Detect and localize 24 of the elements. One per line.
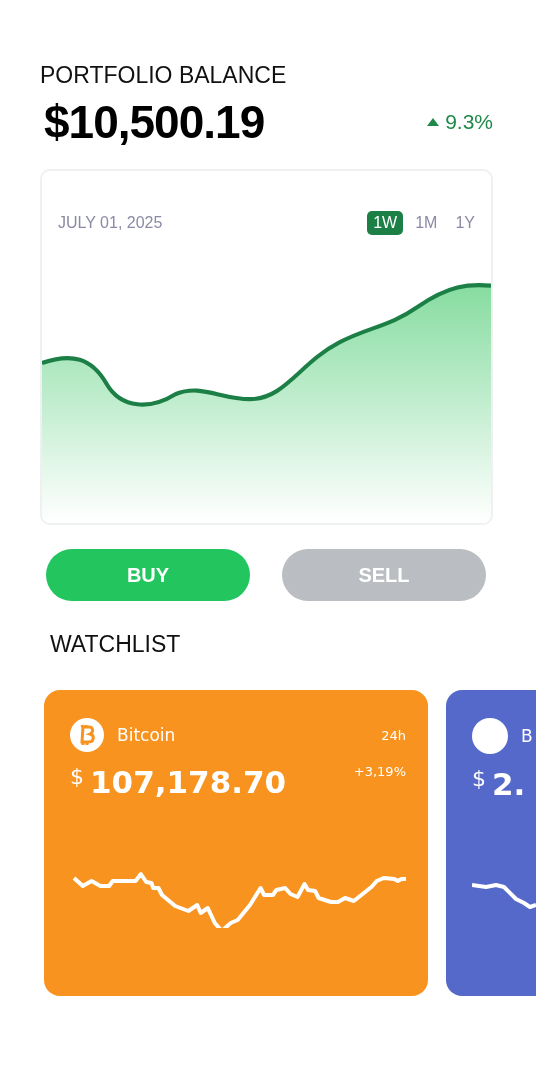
currency-sign: $ [70, 764, 84, 789]
balance-amount: $10,500.19 [44, 95, 265, 149]
price-sparkline [472, 882, 536, 910]
range-tab[interactable]: 1W [367, 211, 404, 235]
page-title: PORTFOLIO BALANCE [40, 62, 288, 89]
bitcoin-icon [70, 718, 104, 752]
range-tab[interactable]: 1M [409, 211, 444, 235]
chart-date: JULY 01, 2025 [58, 214, 163, 232]
watchlist-title: WATCHLIST [50, 631, 182, 658]
up-triangle-icon [427, 118, 440, 126]
coin-card[interactable]: Bitcoin 24h $ 107,178.70 +3,19% [44, 690, 428, 996]
coin-change: +3,19% [353, 764, 406, 779]
coin-name: Bitcoin [117, 725, 177, 745]
coin-card[interactable]: B $ 2. [446, 690, 536, 996]
range-tab[interactable]: 1Y [449, 211, 481, 235]
coin-price: 2. [492, 766, 527, 802]
coin-icon [472, 718, 508, 754]
coin-name: B [521, 726, 534, 746]
period-label: 24h [381, 727, 406, 743]
balance-change: 9.3% [445, 110, 493, 134]
buy-button[interactable]: BUY [46, 549, 250, 601]
coin-price: 107,178.70 [90, 764, 288, 800]
sell-button[interactable]: SELL [282, 549, 486, 601]
currency-sign: $ [472, 766, 486, 791]
